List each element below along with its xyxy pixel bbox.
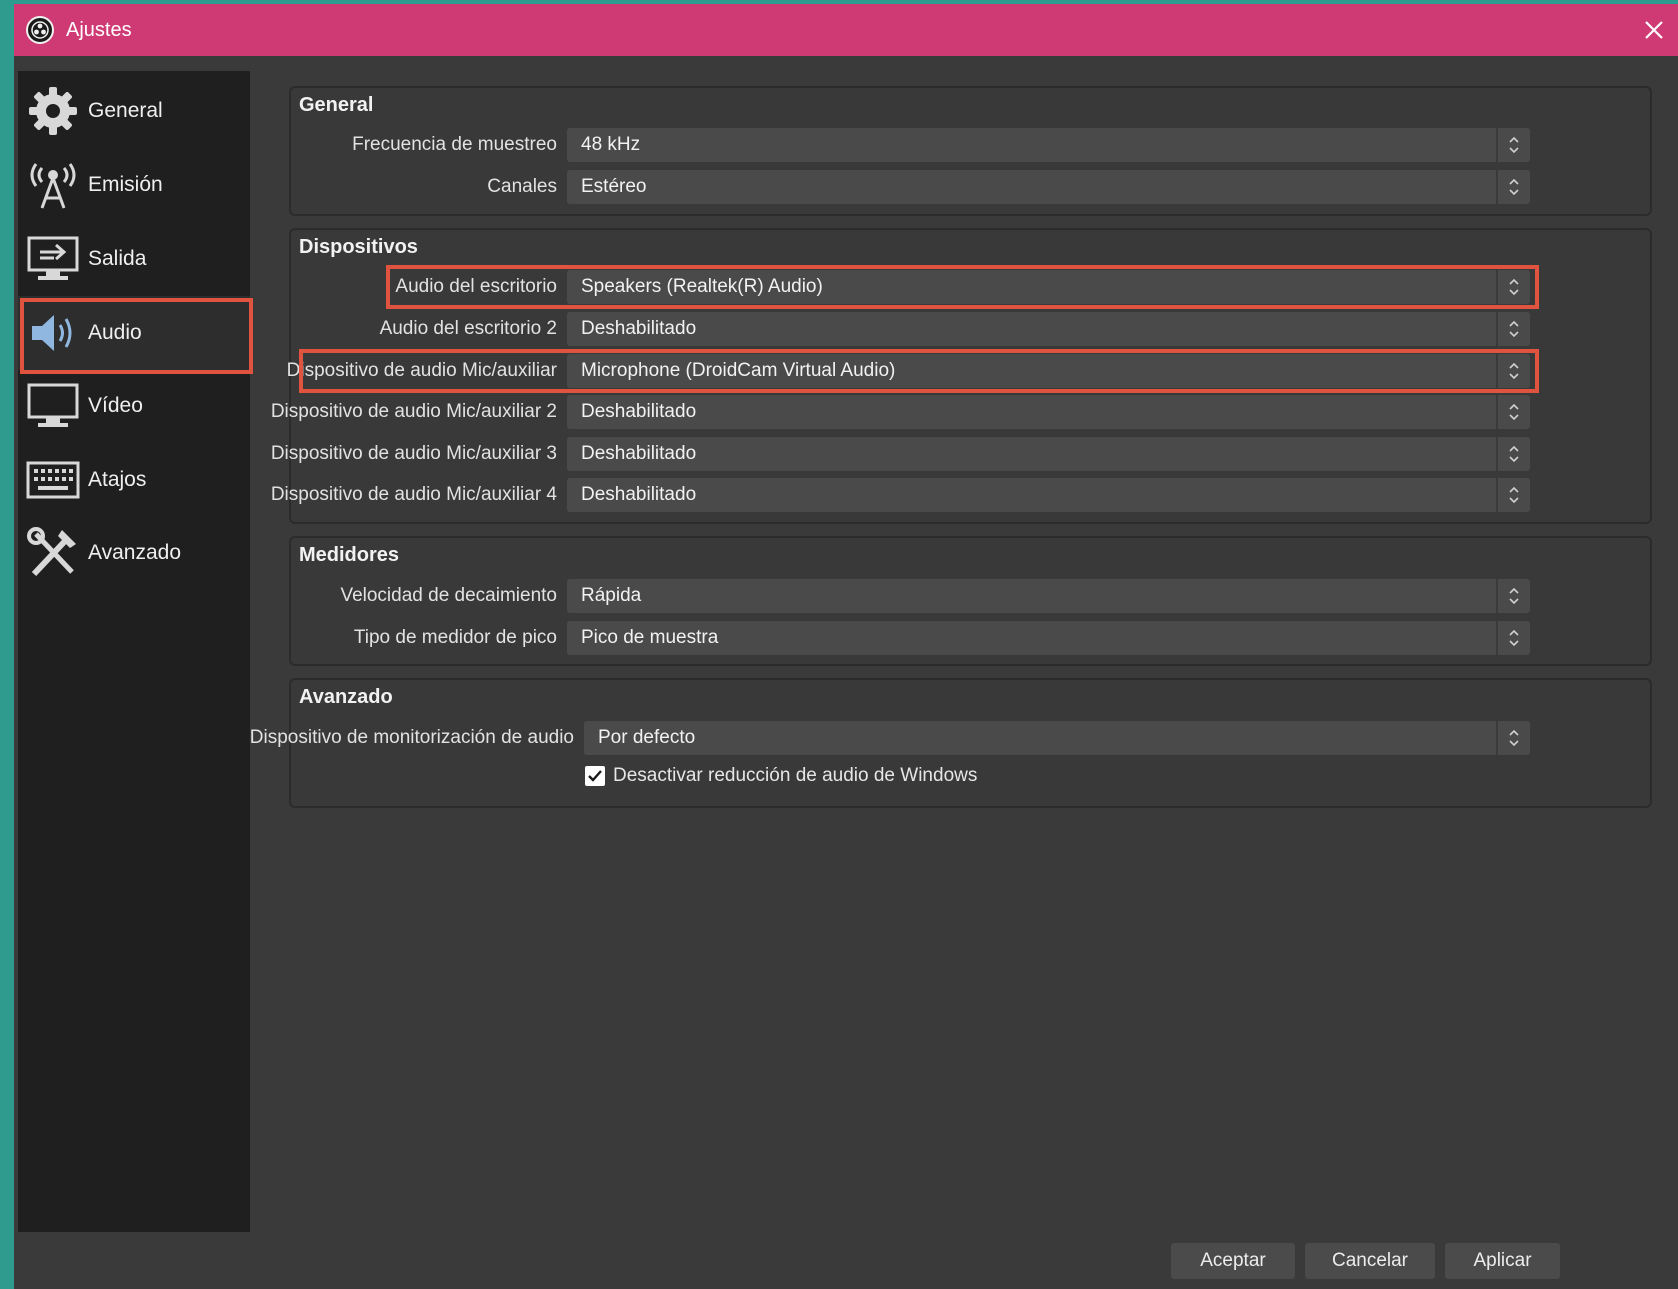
mic-aux-2-value: Deshabilitado bbox=[581, 401, 697, 422]
settings-sidebar: General Emisión Salida Audio Vídeo Atajo… bbox=[18, 71, 250, 1232]
keyboard-icon bbox=[24, 451, 82, 509]
label-sample-rate: Frecuencia de muestreo bbox=[352, 134, 557, 155]
label-desktop-audio-2: Audio del escritorio 2 bbox=[379, 318, 557, 339]
monitor-icon bbox=[24, 377, 82, 435]
mic-aux-4-select[interactable]: Deshabilitado bbox=[567, 478, 1530, 512]
disable-ducking-checkbox-row[interactable]: Desactivar reducción de audio de Windows bbox=[585, 765, 977, 787]
sidebar-item-label: Avanzado bbox=[88, 541, 182, 564]
sidebar-item-video[interactable]: Vídeo bbox=[18, 369, 250, 443]
desktop-audio-value: Speakers (Realtek(R) Audio) bbox=[581, 276, 823, 297]
obs-logo-icon bbox=[26, 16, 54, 44]
group-title-advanced: Avanzado bbox=[299, 686, 393, 708]
spinner-arrows-icon bbox=[1496, 312, 1530, 346]
sidebar-item-label: Salida bbox=[88, 247, 147, 270]
sidebar-item-avanzado[interactable]: Avanzado bbox=[18, 516, 250, 590]
spinner-arrows-icon bbox=[1496, 170, 1530, 204]
channels-value: Estéreo bbox=[581, 176, 647, 197]
output-monitor-icon bbox=[24, 230, 82, 288]
sample-rate-value: 48 kHz bbox=[581, 134, 641, 155]
monitoring-device-select[interactable]: Por defecto bbox=[584, 721, 1530, 755]
decay-rate-select[interactable]: Rápida bbox=[567, 579, 1530, 613]
channels-select[interactable]: Estéreo bbox=[567, 170, 1530, 204]
group-title-general: General bbox=[299, 94, 374, 116]
spinner-arrows-icon bbox=[1496, 354, 1530, 388]
sidebar-item-label: General bbox=[88, 99, 163, 122]
sidebar-item-atajos[interactable]: Atajos bbox=[18, 443, 250, 517]
label-mic-aux-4: Dispositivo de audio Mic/auxiliar 4 bbox=[270, 484, 557, 505]
sidebar-item-label: Audio bbox=[88, 321, 142, 344]
apply-button[interactable]: Aplicar bbox=[1445, 1243, 1560, 1279]
mic-aux-3-select[interactable]: Deshabilitado bbox=[567, 437, 1530, 471]
spinner-arrows-icon bbox=[1496, 621, 1530, 655]
desktop-audio-2-select[interactable]: Deshabilitado bbox=[567, 312, 1530, 346]
sidebar-item-label: Emisión bbox=[88, 173, 163, 196]
label-mic-aux: Dispositivo de audio Mic/auxiliar bbox=[286, 360, 557, 381]
close-icon bbox=[1645, 21, 1663, 39]
desktop-audio-select[interactable]: Speakers (Realtek(R) Audio) bbox=[567, 270, 1530, 304]
spinner-arrows-icon bbox=[1496, 579, 1530, 613]
sidebar-item-salida[interactable]: Salida bbox=[18, 222, 250, 296]
label-peak-meter-type: Tipo de medidor de pico bbox=[353, 627, 557, 648]
peak-meter-type-select[interactable]: Pico de muestra bbox=[567, 621, 1530, 655]
label-channels: Canales bbox=[487, 176, 557, 197]
spinner-arrows-icon bbox=[1496, 395, 1530, 429]
decay-rate-value: Rápida bbox=[581, 585, 642, 606]
checkmark-icon bbox=[588, 770, 602, 782]
cancel-button[interactable]: Cancelar bbox=[1305, 1243, 1435, 1279]
spinner-arrows-icon bbox=[1496, 270, 1530, 304]
disable-ducking-label: Desactivar reducción de audio de Windows bbox=[613, 765, 978, 786]
label-mic-aux-2: Dispositivo de audio Mic/auxiliar 2 bbox=[270, 401, 557, 422]
mic-aux-3-value: Deshabilitado bbox=[581, 443, 697, 464]
group-title-meters: Medidores bbox=[299, 544, 400, 566]
gear-icon bbox=[24, 82, 82, 140]
spinner-arrows-icon bbox=[1496, 128, 1530, 162]
window-title: Ajustes bbox=[66, 18, 132, 41]
spinner-arrows-icon bbox=[1496, 478, 1530, 512]
group-title-devices: Dispositivos bbox=[299, 236, 418, 258]
sidebar-item-emision[interactable]: Emisión bbox=[18, 148, 250, 222]
mic-aux-2-select[interactable]: Deshabilitado bbox=[567, 395, 1530, 429]
close-button[interactable] bbox=[1636, 12, 1672, 48]
sidebar-item-label: Atajos bbox=[88, 468, 147, 491]
label-monitoring-device: Dispositivo de monitorización de audio bbox=[249, 727, 574, 748]
broadcast-antenna-icon bbox=[24, 156, 82, 214]
speaker-icon bbox=[24, 304, 82, 362]
label-mic-aux-3: Dispositivo de audio Mic/auxiliar 3 bbox=[270, 443, 557, 464]
mic-aux-4-value: Deshabilitado bbox=[581, 484, 697, 505]
title-bar: Ajustes bbox=[14, 4, 1678, 56]
mic-aux-value: Microphone (DroidCam Virtual Audio) bbox=[581, 360, 896, 381]
accept-button[interactable]: Aceptar bbox=[1171, 1243, 1295, 1279]
monitoring-device-value: Por defecto bbox=[598, 727, 696, 748]
label-desktop-audio: Audio del escritorio bbox=[395, 276, 557, 297]
sample-rate-select[interactable]: 48 kHz bbox=[567, 128, 1530, 162]
mic-aux-select[interactable]: Microphone (DroidCam Virtual Audio) bbox=[567, 354, 1530, 388]
label-decay-rate: Velocidad de decaimiento bbox=[340, 585, 557, 606]
spinner-arrows-icon bbox=[1496, 437, 1530, 471]
spinner-arrows-icon bbox=[1496, 721, 1530, 755]
disable-ducking-checkbox[interactable] bbox=[585, 766, 605, 786]
sidebar-item-audio[interactable]: Audio bbox=[18, 296, 250, 370]
tools-icon bbox=[24, 524, 82, 582]
desktop-audio-2-value: Deshabilitado bbox=[581, 318, 697, 339]
sidebar-item-label: Vídeo bbox=[88, 394, 143, 417]
sidebar-item-general[interactable]: General bbox=[18, 74, 250, 148]
peak-meter-type-value: Pico de muestra bbox=[581, 627, 719, 648]
